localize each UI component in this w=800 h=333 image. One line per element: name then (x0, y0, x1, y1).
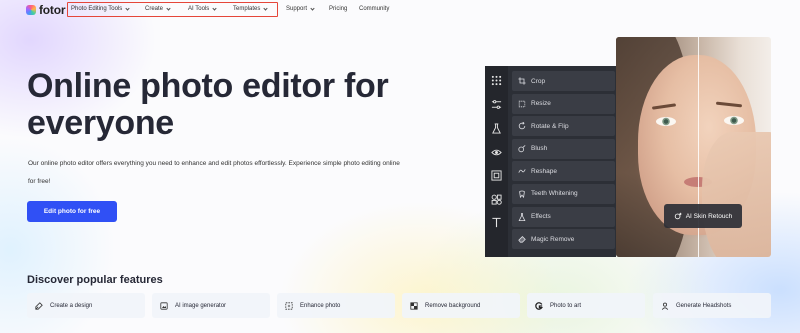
tool-magic-remove[interactable]: Magic Remove (512, 229, 615, 250)
resize-icon (518, 100, 526, 107)
nav-community[interactable]: Community (359, 6, 389, 13)
nav-item-label: Community (359, 6, 390, 12)
tool-label: Crop (531, 77, 546, 85)
eraser-icon (518, 236, 526, 243)
nav-photo-editing-tools[interactable]: Photo Editing Tools (71, 6, 130, 13)
tool-label: Teeth Whitening (531, 190, 578, 198)
feature-create-design[interactable]: Create a design (27, 293, 145, 318)
headshot-icon (661, 302, 669, 310)
rotate-icon (518, 122, 526, 130)
feature-remove-background[interactable]: Remove background (402, 293, 520, 318)
crop-icon (518, 77, 526, 85)
effects-icon (518, 212, 526, 221)
feature-photo-to-art[interactable]: Photo to art (527, 293, 645, 318)
teeth-icon (519, 190, 525, 198)
feature-label: Photo to art (550, 302, 582, 309)
portrait-photo: AI Skin Retouch (616, 37, 771, 257)
features-heading: Discover popular features (27, 274, 163, 286)
chevron-down-icon (212, 6, 217, 11)
top-nav: fotor Photo Editing Tools Create AI Tool… (0, 0, 800, 20)
tool-teeth-whitening[interactable]: Teeth Whitening (512, 183, 615, 204)
blush-icon (518, 144, 526, 152)
hero-title: Online photo editor for everyone (27, 67, 389, 142)
fotor-logo[interactable]: fotor (26, 3, 66, 17)
sliders-icon[interactable] (491, 99, 502, 110)
nav-item-label: Support (286, 6, 308, 12)
tool-label: Effects (531, 213, 551, 221)
editor-tool-list: Crop Resize Rotate & Flip Blush Reshape … (512, 71, 615, 252)
hero-description: Our online photo editor offers everythin… (28, 160, 400, 185)
logo-text: fotor (39, 3, 66, 17)
tool-label: Blush (531, 145, 548, 153)
tool-effects[interactable]: Effects (512, 206, 615, 227)
chevron-down-icon (125, 6, 130, 11)
nav-item-label: Templates (233, 6, 261, 12)
nav-create[interactable]: Create (145, 6, 171, 13)
design-icon (35, 301, 43, 310)
feature-label: Generate Headshots (676, 302, 732, 309)
nav-support[interactable]: Support (286, 6, 315, 13)
hero-title-line-2: everyone (27, 104, 174, 142)
nav-item-label: AI Tools (188, 6, 210, 12)
tool-resize[interactable]: Resize (512, 93, 615, 114)
badge-label: AI Skin Retouch (685, 212, 733, 220)
hero-title-line-1: Online photo editor for (27, 67, 389, 105)
feature-generate-headshots[interactable]: Generate Headshots (653, 293, 771, 318)
ai-skin-retouch-badge[interactable]: AI Skin Retouch (664, 204, 742, 228)
tool-label: Resize (531, 100, 551, 108)
nav-ai-tools[interactable]: AI Tools (188, 6, 217, 13)
tool-label: Magic Remove (531, 235, 575, 243)
feature-label: AI image generator (175, 302, 227, 309)
tool-blush[interactable]: Blush (512, 138, 615, 159)
grid-icon[interactable] (491, 75, 502, 86)
text-icon[interactable] (491, 217, 502, 228)
nav-item-label: Create (145, 6, 164, 12)
feature-ai-image-generator[interactable]: AI image generator (152, 293, 270, 318)
feature-label: Create a design (50, 302, 93, 309)
nav-item-label: Pricing (329, 6, 348, 12)
portrait-eye-right (724, 116, 744, 125)
feature-enhance-photo[interactable]: Enhance photo (277, 293, 395, 318)
sparkle-face-icon (674, 212, 682, 220)
frame-icon[interactable] (491, 170, 502, 181)
portrait-hand (702, 132, 771, 257)
tool-label: Rotate & Flip (531, 122, 569, 130)
portrait-eye-left (656, 117, 676, 126)
fotor-logo-icon (26, 5, 36, 15)
chevron-down-icon (166, 6, 171, 11)
chevron-down-icon (263, 6, 268, 11)
editor-icon-rail (485, 66, 508, 257)
feature-label: Remove background (425, 302, 481, 309)
flask-icon[interactable] (491, 123, 502, 134)
edit-photo-button[interactable]: Edit photo for free (27, 201, 117, 222)
art-icon (535, 301, 543, 310)
shapes-icon[interactable] (491, 194, 502, 205)
nav-templates[interactable]: Templates (233, 6, 268, 13)
remove-bg-icon (410, 301, 418, 310)
tool-rotate-flip[interactable]: Rotate & Flip (512, 116, 615, 137)
tool-crop[interactable]: Crop (512, 71, 615, 91)
nav-item-label: Photo Editing Tools (71, 6, 123, 12)
ai-image-icon (160, 301, 168, 310)
tool-label: Reshape (531, 167, 558, 175)
chevron-down-icon (310, 6, 315, 11)
reshape-icon (518, 169, 526, 174)
eye-icon[interactable] (491, 147, 502, 158)
enhance-icon (285, 301, 293, 310)
feature-label: Enhance photo (300, 302, 341, 309)
editor-preview-panel: Crop Resize Rotate & Flip Blush Reshape … (485, 66, 616, 257)
nav-pricing[interactable]: Pricing (329, 6, 347, 13)
tool-reshape[interactable]: Reshape (512, 161, 615, 182)
